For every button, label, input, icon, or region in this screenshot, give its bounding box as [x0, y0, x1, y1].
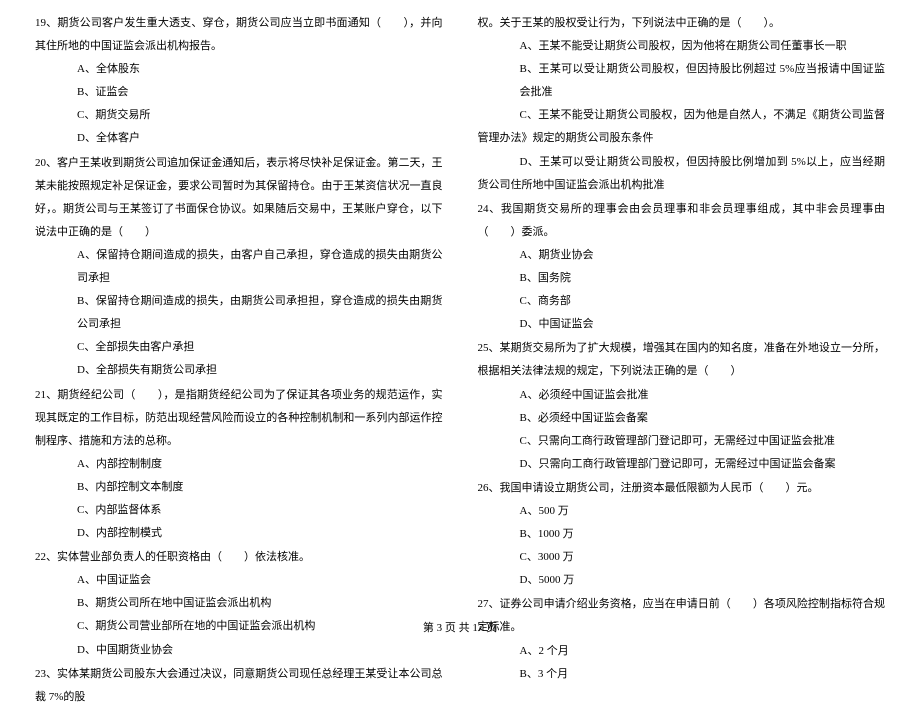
option-c: C、王某不能受让期货公司股权，因为他是自然人，不满足《期货公司监督管理办法》规定…	[478, 104, 886, 150]
option-d: D、5000 万	[520, 569, 886, 592]
question-26: 26、我国申请设立期货公司，注册资本最低限额为人民币（ ）元。 A、500 万 …	[478, 477, 886, 592]
question-text: 24、我国期货交易所的理事会由会员理事和非会员理事组成，其中非会员理事由（ ）委…	[478, 198, 886, 244]
option-b: B、1000 万	[520, 523, 886, 546]
option-d: D、中国证监会	[520, 313, 886, 336]
options: A、内部控制制度 B、内部控制文本制度 C、内部监督体系 D、内部控制模式	[35, 453, 443, 545]
option-a: A、王某不能受让期货公司股权，因为他将在期货公司任董事长一职	[520, 35, 886, 58]
right-column: 权。关于王某的股权受让行为，下列说法中正确的是（ ）。 A、王某不能受让期货公司…	[478, 12, 886, 620]
option-b: B、国务院	[520, 267, 886, 290]
option-d: D、只需向工商行政管理部门登记即可，无需经过中国证监会备案	[520, 453, 886, 476]
option-b: B、3 个月	[520, 663, 886, 686]
question-text: 21、期货经纪公司（ ），是指期货经纪公司为了保证其各项业务的规范运作，实现其既…	[35, 384, 443, 453]
option-a: A、中国证监会	[77, 569, 443, 592]
option-c: C、期货交易所	[77, 104, 443, 127]
question-text: 19、期货公司客户发生重大透支、穿仓，期货公司应当立即书面通知（ ），并向其住所…	[35, 12, 443, 58]
question-20: 20、客户王某收到期货公司追加保证金通知后，表示将尽快补足保证金。第二天，王某未…	[35, 152, 443, 383]
question-continuation: 权。关于王某的股权受让行为，下列说法中正确的是（ ）。	[478, 12, 886, 35]
option-b: B、内部控制文本制度	[77, 476, 443, 499]
question-text: 22、实体营业部负责人的任职资格由（ ）依法核准。	[35, 546, 443, 569]
option-d: D、王某可以受让期货公司股权，但因持股比例增加到 5%以上，应当经期货公司住所地…	[478, 151, 886, 197]
option-d: D、中国期货业协会	[77, 639, 443, 662]
option-d: D、全体客户	[77, 127, 443, 150]
page-container: 19、期货公司客户发生重大透支、穿仓，期货公司应当立即书面通知（ ），并向其住所…	[0, 0, 920, 620]
option-d: D、内部控制模式	[77, 522, 443, 545]
option-c: C、只需向工商行政管理部门登记即可，无需经过中国证监会批准	[520, 430, 886, 453]
options: A、必须经中国证监会批准 B、必须经中国证监会备案 C、只需向工商行政管理部门登…	[478, 384, 886, 476]
option-a: A、2 个月	[520, 640, 886, 663]
option-a: A、期货业协会	[520, 244, 886, 267]
question-23-continued: 权。关于王某的股权受让行为，下列说法中正确的是（ ）。 A、王某不能受让期货公司…	[478, 12, 886, 197]
options: A、中国证监会 B、期货公司所在地中国证监会派出机构 C、期货公司营业部所在地的…	[35, 569, 443, 661]
question-22: 22、实体营业部负责人的任职资格由（ ）依法核准。 A、中国证监会 B、期货公司…	[35, 546, 443, 661]
option-b: B、保留持仓期间造成的损失，由期货公司承担担，穿仓造成的损失由期货公司承担	[77, 290, 443, 336]
option-b: B、期货公司所在地中国证监会派出机构	[77, 592, 443, 615]
left-column: 19、期货公司客户发生重大透支、穿仓，期货公司应当立即书面通知（ ），并向其住所…	[35, 12, 443, 620]
options: A、全体股东 B、证监会 C、期货交易所 D、全体客户	[35, 58, 443, 150]
question-text: 20、客户王某收到期货公司追加保证金通知后，表示将尽快补足保证金。第二天，王某未…	[35, 152, 443, 244]
options: A、保留持仓期间造成的损失，由客户自己承担，穿仓造成的损失由期货公司承担 B、保…	[35, 244, 443, 383]
option-d: D、全部损失有期货公司承担	[77, 359, 443, 382]
question-23: 23、实体某期货公司股东大会通过决议，同意期货公司现任总经理王某受让本公司总裁 …	[35, 663, 443, 709]
question-text: 26、我国申请设立期货公司，注册资本最低限额为人民币（ ）元。	[478, 477, 886, 500]
option-a: A、内部控制制度	[77, 453, 443, 476]
page-footer: 第 3 页 共 17 页	[0, 617, 920, 640]
option-c: C、3000 万	[520, 546, 886, 569]
option-a: A、必须经中国证监会批准	[520, 384, 886, 407]
question-19: 19、期货公司客户发生重大透支、穿仓，期货公司应当立即书面通知（ ），并向其住所…	[35, 12, 443, 151]
option-c: C、内部监督体系	[77, 499, 443, 522]
option-c: C、全部损失由客户承担	[77, 336, 443, 359]
option-b: B、王某可以受让期货公司股权，但因持股比例超过 5%应当报请中国证监会批准	[520, 58, 886, 104]
question-25: 25、某期货交易所为了扩大规模，增强其在国内的知名度，准备在外地设立一分所，根据…	[478, 337, 886, 476]
question-24: 24、我国期货交易所的理事会由会员理事和非会员理事组成，其中非会员理事由（ ）委…	[478, 198, 886, 337]
option-b: B、必须经中国证监会备案	[520, 407, 886, 430]
options: A、王某不能受让期货公司股权，因为他将在期货公司任董事长一职 B、王某可以受让期…	[478, 35, 886, 197]
options: A、期货业协会 B、国务院 C、商务部 D、中国证监会	[478, 244, 886, 336]
option-c: C、商务部	[520, 290, 886, 313]
question-text: 25、某期货交易所为了扩大规模，增强其在国内的知名度，准备在外地设立一分所，根据…	[478, 337, 886, 383]
option-a: A、全体股东	[77, 58, 443, 81]
option-a: A、保留持仓期间造成的损失，由客户自己承担，穿仓造成的损失由期货公司承担	[77, 244, 443, 290]
option-b: B、证监会	[77, 81, 443, 104]
question-21: 21、期货经纪公司（ ），是指期货经纪公司为了保证其各项业务的规范运作，实现其既…	[35, 384, 443, 546]
options: A、500 万 B、1000 万 C、3000 万 D、5000 万	[478, 500, 886, 592]
options: A、2 个月 B、3 个月	[478, 640, 886, 686]
question-text: 23、实体某期货公司股东大会通过决议，同意期货公司现任总经理王某受让本公司总裁 …	[35, 663, 443, 709]
option-a: A、500 万	[520, 500, 886, 523]
